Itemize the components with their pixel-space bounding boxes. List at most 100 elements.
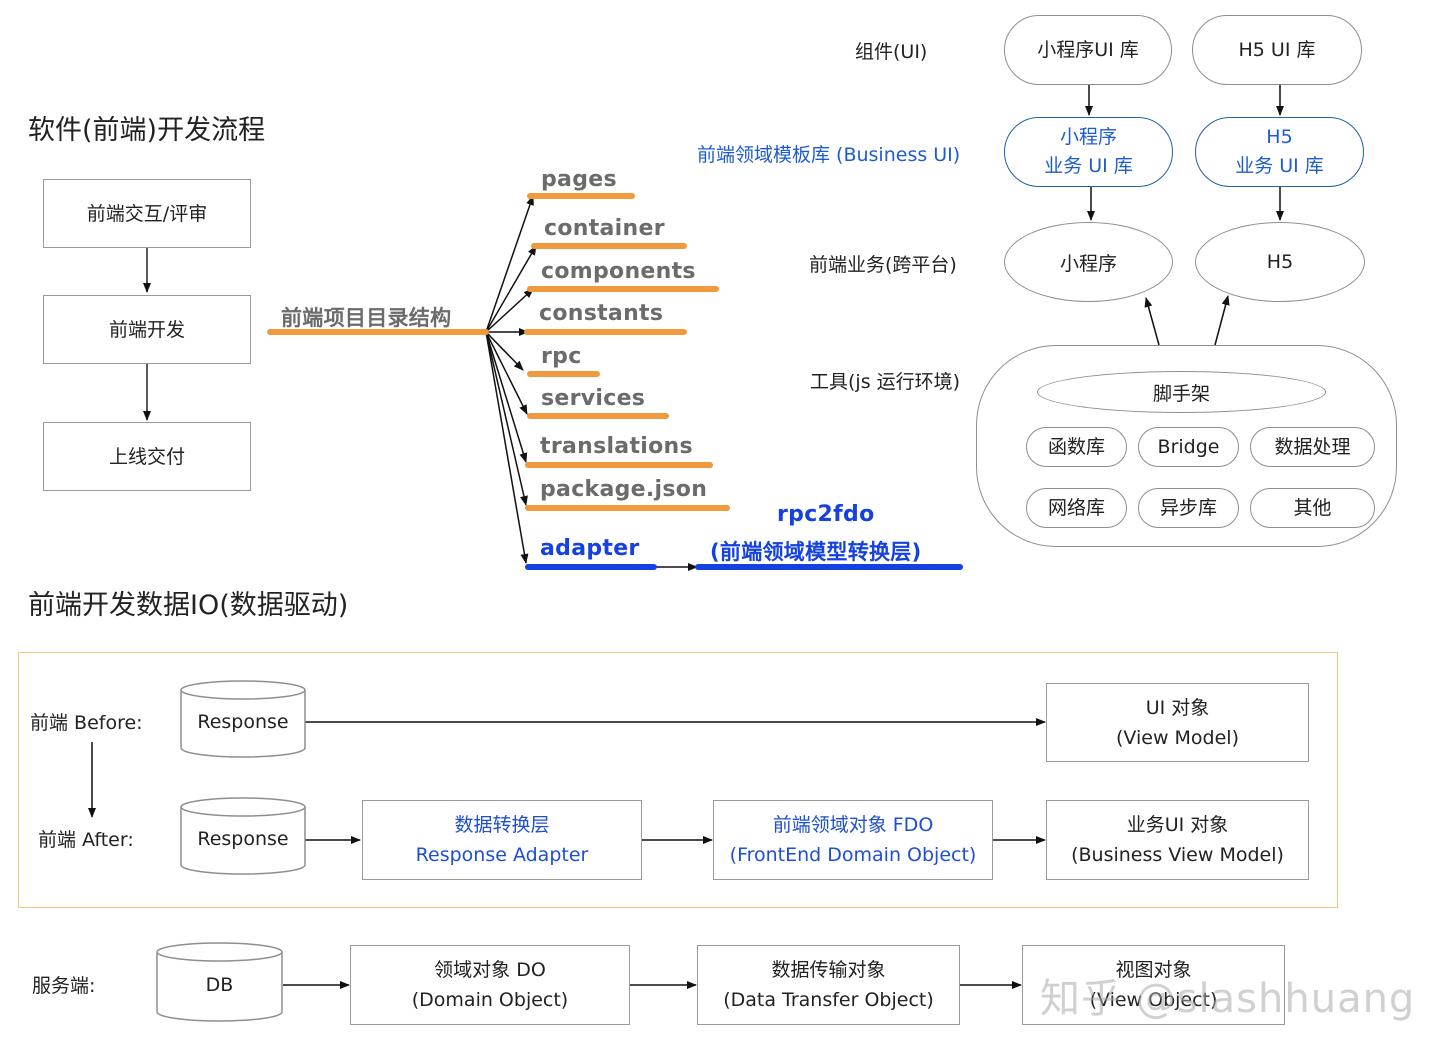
- flow-step-deliver: 上线交付: [43, 422, 251, 491]
- miniprogram-ui-lib-label: 小程序UI 库: [1037, 38, 1139, 61]
- platform-label: 小程序: [1059, 252, 1117, 275]
- flow-step-label: 前端开发: [108, 318, 185, 341]
- fan-arrow-services: [485, 331, 528, 415]
- cylinder-label: Response: [197, 711, 289, 733]
- biz-lib-line2: 业务 UI 库: [1044, 155, 1133, 177]
- dir-item-services: services: [541, 386, 646, 411]
- tool-network-lib: 网络库: [1026, 488, 1127, 528]
- dir-bar-pages: [527, 193, 635, 199]
- dir-item-adapter: adapter: [540, 536, 640, 561]
- platform-miniprogram: 小程序: [1004, 222, 1173, 302]
- box-line2: (Domain Object): [411, 989, 569, 1011]
- tool-label: Bridge: [1157, 435, 1220, 458]
- dir-bar-package-json: [525, 505, 730, 511]
- tool-async-lib: 异步库: [1138, 488, 1239, 528]
- domain-object-box: 领域对象 DO (Domain Object): [350, 945, 630, 1025]
- h5-business-ui-lib: H5 业务 UI 库: [1195, 117, 1364, 187]
- scaffold: 脚手架: [1037, 371, 1326, 413]
- row-label-business: 前端业务(跨平台): [809, 254, 957, 276]
- scaffold-label: 脚手架: [1152, 382, 1210, 405]
- flow-step-develop: 前端开发: [43, 295, 251, 364]
- box-line1: UI 对象: [1145, 696, 1210, 719]
- dir-item-container: container: [544, 216, 665, 241]
- row-label-tools: 工具(js 运行环境): [810, 371, 961, 393]
- arch-arrow-tools-h5: [1214, 295, 1230, 346]
- directory-root-label: 前端项目目录结构: [281, 306, 452, 330]
- tool-data-processing: 数据处理: [1250, 427, 1375, 467]
- box-line1: 领域对象 DO: [434, 959, 546, 981]
- db-label: DB: [205, 974, 234, 996]
- business-view-model-box: 业务UI 对象 (Business View Model): [1046, 800, 1309, 880]
- tool-function-lib: 函数库: [1026, 427, 1127, 467]
- after-response-cylinder: Response: [180, 797, 306, 877]
- box-line2: (View Model): [1116, 726, 1239, 749]
- server-label: 服务端:: [32, 975, 96, 997]
- arch-arrow-tools-mp: [1144, 297, 1160, 346]
- dir-bar-translations: [525, 462, 713, 468]
- box-line1: 数据传输对象: [771, 959, 886, 981]
- dir-item-pages: pages: [541, 167, 617, 192]
- h5-ui-lib: H5 UI 库: [1192, 15, 1362, 85]
- data-io-title: 前端开发数据IO(数据驱动): [28, 590, 349, 621]
- box-line2: (FrontEnd Domain Object): [729, 844, 977, 866]
- dir-item-components: components: [541, 259, 696, 284]
- view-model-box: UI 对象 (View Model): [1046, 683, 1309, 762]
- rpc2fdo-subtitle: (前端领域模型转换层): [710, 540, 922, 564]
- miniprogram-ui-lib: 小程序UI 库: [1004, 15, 1172, 85]
- tool-label: 网络库: [1047, 496, 1105, 519]
- tool-label: 异步库: [1159, 496, 1217, 519]
- biz-lib-line1: H5: [1266, 126, 1293, 148]
- fan-arrow-package: [485, 331, 528, 506]
- box-line2: (Data Transfer Object): [723, 989, 934, 1011]
- dir-item-rpc: rpc: [541, 344, 582, 369]
- fdo-box: 前端领域对象 FDO (FrontEnd Domain Object): [713, 800, 993, 880]
- flow-title: 软件(前端)开发流程: [28, 115, 266, 146]
- biz-lib-line2: 业务 UI 库: [1235, 155, 1324, 177]
- dir-bar-adapter: [525, 564, 657, 570]
- dir-bar-rpc: [527, 371, 600, 377]
- flow-step-label: 前端交互/评审: [86, 202, 208, 225]
- before-label: 前端 Before:: [30, 712, 143, 734]
- row-label-components: 组件(UI): [855, 41, 928, 63]
- dir-item-package-json: package.json: [540, 477, 708, 502]
- box-line1: 数据转换层: [454, 814, 550, 836]
- directory-root-bar: [267, 329, 489, 335]
- box-line2: (Business View Model): [1071, 844, 1284, 866]
- platform-label: H5: [1266, 251, 1294, 273]
- flow-step-review: 前端交互/评审: [43, 179, 251, 248]
- biz-lib-line1: 小程序: [1059, 126, 1117, 148]
- watermark: 知乎 @slashhuang: [1040, 976, 1416, 1022]
- after-label: 前端 After:: [38, 829, 134, 851]
- rpc2fdo-title: rpc2fdo: [777, 502, 875, 527]
- dir-bar-container: [531, 243, 687, 249]
- row-label-business-ui: 前端领域模板库 (Business UI): [697, 144, 961, 166]
- box-line2: Response Adapter: [415, 844, 589, 866]
- platform-h5: H5: [1195, 222, 1365, 302]
- dir-item-constants: constants: [539, 301, 664, 326]
- db-cylinder: DB: [156, 942, 283, 1024]
- fan-arrow-pages: [485, 195, 534, 333]
- dir-item-translations: translations: [540, 434, 693, 459]
- miniprogram-business-ui-lib: 小程序 业务 UI 库: [1004, 117, 1173, 187]
- fan-arrow-adapter: [485, 331, 529, 564]
- tool-other: 其他: [1250, 488, 1375, 528]
- dir-bar-services: [527, 413, 669, 419]
- tool-label: 其他: [1293, 496, 1332, 519]
- box-line1: 前端领域对象 FDO: [772, 814, 934, 836]
- fan-arrow-translations: [485, 331, 528, 463]
- dir-bar-constants: [524, 329, 687, 335]
- before-response-cylinder: Response: [180, 680, 306, 760]
- cylinder-label: Response: [197, 828, 289, 850]
- tool-label: 函数库: [1047, 435, 1105, 458]
- fan-arrow-components: [485, 288, 534, 333]
- fan-arrow-rpc: [485, 331, 524, 371]
- h5-ui-lib-label: H5 UI 库: [1238, 38, 1316, 61]
- box-line1: 业务UI 对象: [1126, 814, 1229, 836]
- rpc2fdo-bar: [695, 564, 963, 570]
- flow-step-label: 上线交付: [108, 445, 185, 468]
- response-adapter-box: 数据转换层 Response Adapter: [362, 800, 642, 880]
- dir-bar-components: [527, 286, 719, 292]
- tool-bridge: Bridge: [1138, 427, 1239, 467]
- tool-label: 数据处理: [1274, 435, 1351, 458]
- dto-box: 数据传输对象 (Data Transfer Object): [697, 945, 960, 1025]
